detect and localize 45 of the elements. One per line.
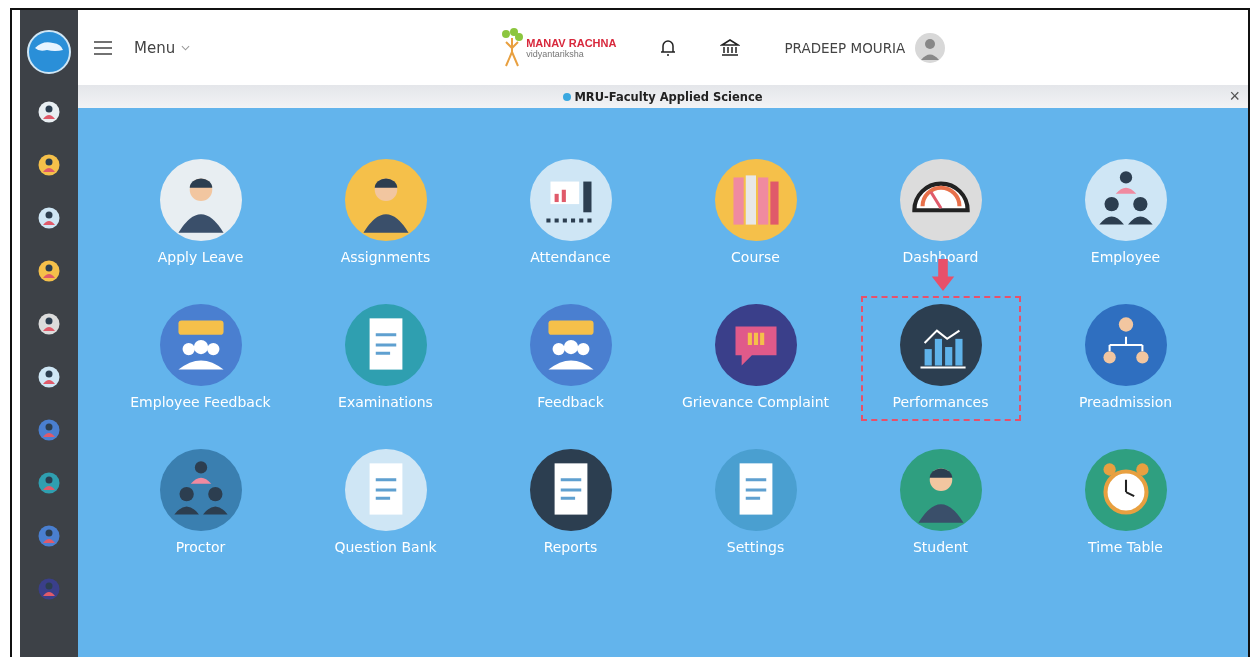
close-button[interactable]: × bbox=[1229, 86, 1240, 106]
module-tile[interactable]: Student bbox=[860, 441, 1021, 566]
chevron-down-icon bbox=[181, 45, 191, 51]
avatar-icon[interactable] bbox=[915, 32, 946, 63]
logo-subtitle: vidyantariksha bbox=[526, 48, 585, 59]
report-icon bbox=[529, 449, 612, 531]
logo-title: MANAV RACHNA bbox=[526, 36, 617, 49]
module-tile[interactable]: Reports bbox=[490, 441, 651, 566]
document-icon bbox=[344, 304, 427, 386]
module-tile[interactable]: Preadmission bbox=[1045, 296, 1206, 421]
books-icon bbox=[714, 159, 797, 241]
bar-chart-icon bbox=[899, 304, 982, 386]
module-tile[interactable]: Attendance bbox=[490, 151, 651, 276]
module-tile[interactable]: Settings bbox=[675, 441, 836, 566]
speech-bubble-icon bbox=[714, 304, 797, 386]
rating-people-icon bbox=[529, 304, 612, 386]
module-tile[interactable]: Grievance Complaint bbox=[675, 296, 836, 421]
module-tile[interactable]: Dashboard bbox=[860, 151, 1021, 276]
presentation-icon bbox=[529, 159, 612, 241]
module-tile[interactable]: Apply Leave bbox=[120, 151, 281, 276]
module-tile[interactable]: Employee bbox=[1045, 151, 1206, 276]
institution-icon[interactable] bbox=[720, 37, 741, 58]
gauge-icon bbox=[899, 159, 982, 241]
globe-logo-icon[interactable] bbox=[27, 30, 71, 74]
module-tile[interactable]: Employee Feedback bbox=[120, 296, 281, 421]
module-tile[interactable]: Proctor bbox=[120, 441, 281, 566]
module-tile[interactable]: Assignments bbox=[305, 151, 466, 276]
document-icon bbox=[714, 449, 797, 531]
module-tile[interactable]: Feedback bbox=[490, 296, 651, 421]
people-icon bbox=[159, 449, 242, 531]
institution-name: MRU-Faculty Applied Science bbox=[563, 89, 763, 104]
people-icon bbox=[1084, 159, 1167, 241]
module-tile[interactable]: Course bbox=[675, 151, 836, 276]
user-name[interactable]: PRADEEP MOURIA bbox=[784, 39, 906, 56]
tree-logo-icon bbox=[500, 27, 525, 68]
rating-people-icon bbox=[159, 304, 242, 386]
menu-icon[interactable] bbox=[94, 40, 112, 55]
graduate-icon bbox=[899, 449, 982, 531]
module-tile[interactable]: Question Bank bbox=[305, 441, 466, 566]
module-tile[interactable]: Time Table bbox=[1045, 441, 1206, 566]
module-tile[interactable]: Examinations bbox=[305, 296, 466, 421]
document-icon bbox=[344, 449, 427, 531]
alarm-clock-icon bbox=[1084, 449, 1167, 531]
org-chart-icon bbox=[1084, 304, 1167, 386]
menu-dropdown[interactable]: Menu bbox=[134, 38, 191, 57]
